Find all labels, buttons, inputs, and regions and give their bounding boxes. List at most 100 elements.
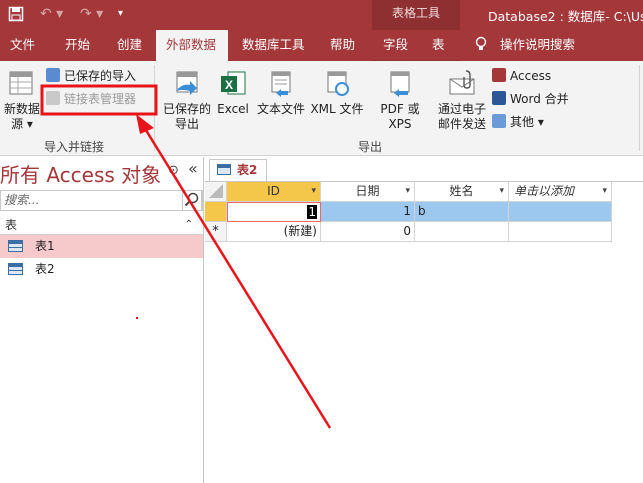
undo-icon[interactable]: ↶ ▾ bbox=[40, 6, 63, 22]
xml-label: XML 文件 bbox=[310, 102, 364, 116]
cell-date[interactable]: 0 bbox=[321, 222, 415, 242]
nav-item-table1[interactable]: 表1 bbox=[0, 235, 203, 258]
cell-value: (新建) bbox=[283, 224, 317, 238]
cell-name[interactable] bbox=[415, 222, 509, 242]
tab-home[interactable]: 开始 bbox=[65, 30, 90, 61]
row-selector[interactable] bbox=[205, 202, 227, 222]
ribbon-tabs: 文件 开始 创建 外部数据 数据库工具 帮助 字段 表 操作说明搜索 bbox=[0, 30, 643, 91]
saved-imports-label: 已保存的导入 bbox=[64, 69, 137, 83]
nav-item-label: 表2 bbox=[35, 262, 55, 276]
new-row-marker[interactable]: * bbox=[205, 222, 227, 242]
ribbon-separator bbox=[639, 65, 640, 151]
cell-id[interactable]: 1 bbox=[227, 202, 321, 222]
cell-name[interactable]: b bbox=[415, 202, 509, 222]
table-icon bbox=[8, 240, 23, 252]
word-icon bbox=[492, 91, 506, 105]
word-merge-button[interactable]: Word 合并 bbox=[492, 89, 569, 109]
tab-table[interactable]: 表 bbox=[432, 30, 445, 61]
new-row-marker-text: * bbox=[212, 224, 219, 239]
new-data-source-button[interactable]: 新数据 源 ▾ bbox=[2, 69, 42, 132]
cell-id[interactable]: (新建) bbox=[227, 222, 321, 242]
excel-icon: X bbox=[217, 69, 249, 99]
export-xml-button[interactable]: XML 文件 bbox=[309, 69, 365, 117]
nav-pane-title-text: 所有 Access 对象 bbox=[0, 163, 162, 187]
title-bar: ↶ ▾ ↷ ▾ ▾ 表格工具 Database2 : 数据库- C:\Use bbox=[0, 0, 643, 30]
collapse-pane-icon[interactable]: « bbox=[188, 159, 198, 178]
nav-pane-title[interactable]: 所有 Access 对象 bbox=[0, 159, 161, 188]
tab-file[interactable]: 文件 bbox=[10, 30, 35, 61]
export-group-label: 导出 bbox=[358, 140, 383, 154]
window-title: Database2 : 数据库- C:\Use bbox=[488, 9, 643, 24]
select-all-corner[interactable] bbox=[205, 182, 227, 202]
xml-icon bbox=[321, 69, 353, 99]
word-merge-label: Word 合并 bbox=[510, 92, 569, 106]
access-icon bbox=[492, 68, 506, 82]
text-file-label: 文本文件 bbox=[256, 102, 305, 116]
dropdown-arrow-icon[interactable]: ▾ bbox=[405, 182, 410, 201]
search-icon[interactable] bbox=[182, 190, 202, 211]
datasheet-header: ID ▾ 日期 ▾ 姓名 ▾ 单击以添加 ▾ bbox=[205, 182, 643, 202]
column-header-label: 单击以添加 bbox=[514, 184, 575, 198]
pdf-xps-label: PDF 或 XPS bbox=[380, 102, 420, 131]
export-pdf-xps-button[interactable]: PDF 或 XPS bbox=[367, 69, 433, 132]
customize-icon[interactable]: ▾ bbox=[118, 8, 123, 19]
export-access-button[interactable]: Access bbox=[492, 66, 551, 86]
email-attachment-icon bbox=[446, 69, 478, 99]
cell-value: 0 bbox=[403, 224, 411, 238]
table-icon bbox=[217, 164, 231, 175]
export-text-file-button[interactable]: 文本文件 bbox=[255, 69, 307, 117]
excel-label: Excel bbox=[217, 102, 249, 116]
nav-section-label: 表 bbox=[5, 218, 18, 232]
database-icon bbox=[6, 69, 38, 99]
export-more-button[interactable]: 其他 ▾ bbox=[492, 112, 544, 132]
cell-click-to-add[interactable] bbox=[509, 222, 612, 242]
section-collapse-icon[interactable]: ⌃ bbox=[185, 215, 193, 235]
column-header-name[interactable]: 姓名 ▾ bbox=[415, 182, 509, 202]
export-excel-button[interactable]: X Excel bbox=[216, 69, 250, 117]
tell-me-search[interactable]: 操作说明搜索 bbox=[500, 30, 575, 61]
ribbon: 新数据 源 ▾ 已保存的导入 链接表管理器 导入并链接 已保存的 导出 X Ex… bbox=[0, 61, 643, 156]
saved-exports-icon bbox=[171, 69, 203, 99]
linked-table-manager-button[interactable]: 链接表管理器 bbox=[46, 89, 136, 109]
column-header-date[interactable]: 日期 ▾ bbox=[321, 182, 415, 202]
nav-section-tables[interactable]: 表 ⌃ bbox=[0, 215, 203, 235]
cell-value: b bbox=[418, 204, 426, 218]
new-data-source-label: 新数据 源 ▾ bbox=[3, 102, 40, 131]
cell-date[interactable]: 1 bbox=[321, 202, 415, 222]
tab-external-data[interactable]: 外部数据 bbox=[156, 30, 228, 61]
email-label: 通过电子 邮件发送 bbox=[437, 102, 486, 131]
contextual-tab-group-label: 表格工具 bbox=[372, 0, 460, 30]
dropdown-arrow-icon[interactable]: ▾ bbox=[499, 182, 504, 201]
more-label: 其他 ▾ bbox=[510, 115, 544, 129]
nav-search-input[interactable]: 搜索... bbox=[0, 190, 203, 211]
nav-item-table2[interactable]: 表2 bbox=[0, 258, 203, 281]
table-row[interactable]: 1 1 b bbox=[205, 202, 643, 222]
save-icon[interactable] bbox=[8, 6, 24, 26]
pdf-xps-icon bbox=[384, 69, 416, 99]
saved-imports-button[interactable]: 已保存的导入 bbox=[46, 66, 136, 86]
saved-exports-label: 已保存的 导出 bbox=[162, 102, 211, 131]
tab-help[interactable]: 帮助 bbox=[330, 30, 355, 61]
column-header-id[interactable]: ID ▾ bbox=[227, 182, 321, 202]
nav-menu-chevron-icon[interactable]: ⊙ bbox=[168, 163, 179, 178]
tab-database-tools[interactable]: 数据库工具 bbox=[242, 30, 305, 61]
lightbulb-icon bbox=[474, 30, 488, 61]
export-email-button[interactable]: 通过电子 邮件发送 bbox=[435, 69, 489, 132]
cell-value: 1 bbox=[403, 204, 411, 218]
dropdown-arrow-icon[interactable]: ▾ bbox=[602, 182, 607, 201]
tab-document-table2[interactable]: 表2 bbox=[209, 159, 267, 181]
datasheet: ID ▾ 日期 ▾ 姓名 ▾ 单击以添加 ▾ 1 1 b * (新建) 0 bbox=[205, 181, 643, 242]
tab-create[interactable]: 创建 bbox=[117, 30, 142, 61]
dropdown-arrow-icon[interactable]: ▾ bbox=[311, 182, 316, 201]
table-row-new[interactable]: * (新建) 0 bbox=[205, 222, 643, 242]
cell-click-to-add[interactable] bbox=[509, 202, 612, 222]
navigation-pane: 所有 Access 对象 ⊙ « 搜索... 表 ⌃ 表1 表2 bbox=[0, 157, 204, 483]
tab-fields[interactable]: 字段 bbox=[383, 30, 408, 61]
ribbon-separator bbox=[154, 65, 155, 151]
saved-exports-button[interactable]: 已保存的 导出 bbox=[158, 69, 216, 132]
column-header-label: 日期 bbox=[355, 184, 380, 198]
more-icon bbox=[492, 114, 506, 128]
column-header-click-to-add[interactable]: 单击以添加 ▾ bbox=[509, 182, 612, 202]
redo-icon[interactable]: ↷ ▾ bbox=[80, 6, 103, 22]
saved-imports-icon bbox=[46, 68, 60, 82]
